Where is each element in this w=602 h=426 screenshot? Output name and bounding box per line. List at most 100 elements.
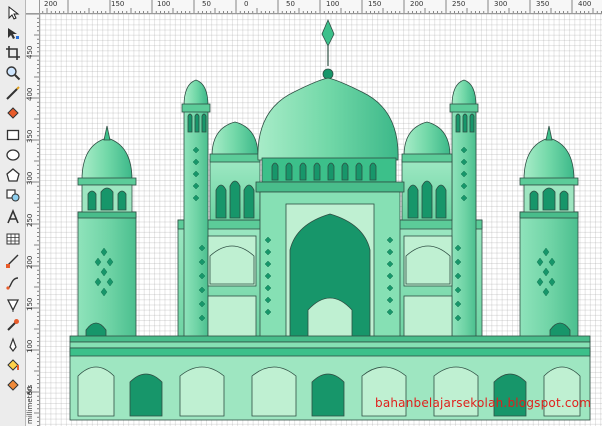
toolbox — [0, 0, 26, 426]
ruler-label: 200 — [44, 0, 58, 8]
right-minaret-finial — [545, 125, 553, 141]
drum-window — [285, 162, 293, 181]
left-minaret-ring — [77, 177, 137, 186]
left-chhatri-arch — [215, 184, 227, 219]
ruler-label: 100 — [157, 0, 171, 8]
right-chhatri-ring — [401, 153, 453, 163]
ellipse-tool-icon[interactable] — [2, 146, 24, 164]
left-inner-tower-arch — [194, 113, 200, 133]
right-inner-tower-ring — [449, 103, 479, 113]
left-hall-window-arch — [209, 245, 255, 285]
left-chhatri-arch — [229, 180, 241, 219]
watermark-text: bahanbelajarsekolah.blogspot.com — [375, 396, 592, 410]
text-tool-icon[interactable] — [2, 208, 24, 226]
crop-tool-icon[interactable] — [2, 44, 24, 62]
main-dome-finial — [321, 18, 335, 47]
drum-window — [313, 162, 321, 181]
right-hall-window-arch — [405, 245, 451, 285]
right-chhatri-arch — [407, 184, 419, 219]
right-minaret-arch — [529, 190, 539, 211]
left-inner-tower-arch — [201, 113, 207, 133]
dimension-tool-icon[interactable] — [2, 252, 24, 270]
ruler-label: 200 — [26, 255, 34, 269]
drum-window — [271, 162, 279, 181]
left-minaret-arch — [100, 187, 114, 211]
ruler-label: 350 — [536, 0, 550, 8]
ruler-label: 0 — [244, 0, 249, 8]
right-chhatri-arch — [435, 184, 447, 219]
basic-shapes-tool-icon[interactable] — [2, 186, 24, 204]
right-inner-tower-dome — [451, 79, 477, 107]
front-wall-arch — [251, 366, 297, 417]
right-inner-tower-arch — [455, 113, 461, 133]
right-minaret-ring — [519, 177, 579, 186]
drum-window — [341, 162, 349, 181]
outline-tool-icon[interactable] — [2, 336, 24, 354]
interactive-tool-icon[interactable] — [2, 296, 24, 314]
main-dome — [257, 77, 399, 161]
front-wall-cornice — [69, 347, 591, 357]
pick-tool-icon[interactable] — [2, 4, 24, 22]
main-dome-knob — [322, 68, 334, 80]
left-minaret-arch — [117, 190, 127, 211]
left-minaret-dome — [81, 137, 133, 181]
left-inner-tower-arch — [187, 113, 193, 133]
railing-top — [69, 335, 591, 343]
drum-window — [299, 162, 307, 181]
ruler-label: 100 — [326, 0, 340, 8]
vertical-ruler[interactable]: 450 400 350 300 250 200 150 100 50 milli… — [26, 14, 40, 426]
ruler-label: 300 — [494, 0, 508, 8]
front-wall-arch — [179, 366, 225, 417]
polygon-tool-icon[interactable] — [2, 166, 24, 184]
front-wall-door — [311, 373, 345, 417]
drum-window — [355, 162, 363, 181]
right-minaret-band — [519, 211, 579, 219]
ruler-label: 100 — [26, 339, 34, 353]
smart-fill-tool-icon[interactable] — [2, 104, 24, 122]
connector-tool-icon[interactable] — [2, 274, 24, 292]
right-minaret — [519, 211, 579, 343]
left-chhatri-dome — [211, 121, 259, 157]
fill-tool-icon[interactable] — [2, 356, 24, 374]
right-hall-lower-window — [403, 295, 453, 343]
eyedropper-tool-icon[interactable] — [2, 316, 24, 334]
ruler-unit-label: millimeters — [26, 384, 34, 424]
drum-window — [369, 162, 377, 181]
horizontal-ruler[interactable]: 200 150 100 50 0 50 100 150 200 250 300 … — [26, 0, 602, 14]
ruler-label: 250 — [26, 213, 34, 227]
ruler-label: 350 — [26, 129, 34, 143]
interactive-fill-tool-icon[interactable] — [2, 376, 24, 394]
right-minaret-arch — [542, 187, 556, 211]
left-minaret-band — [77, 211, 137, 219]
ruler-corner[interactable] — [26, 0, 40, 14]
railing — [69, 341, 591, 349]
ruler-label: 400 — [578, 0, 592, 8]
ruler-label: 50 — [202, 0, 211, 8]
ruler-label: 250 — [452, 0, 466, 8]
ruler-label: 450 — [26, 45, 34, 59]
table-tool-icon[interactable] — [2, 230, 24, 248]
freehand-tool-icon[interactable] — [2, 84, 24, 102]
drawing-canvas[interactable]: bahanbelajarsekolah.blogspot.com — [40, 14, 602, 426]
right-inner-tower-arch — [462, 113, 468, 133]
rectangle-tool-icon[interactable] — [2, 126, 24, 144]
left-chhatri-arch — [243, 184, 255, 219]
shape-tool-icon[interactable] — [2, 24, 24, 42]
ruler-label: 400 — [26, 87, 34, 101]
left-inner-tower-ring — [181, 103, 211, 113]
right-chhatri-arch — [421, 180, 433, 219]
left-inner-tower-dome — [183, 79, 209, 107]
left-minaret-arch — [87, 190, 97, 211]
iwan-cornice — [255, 181, 405, 193]
left-minaret — [77, 211, 137, 343]
left-hall-lower-window — [207, 295, 257, 343]
right-minaret-dome — [523, 137, 575, 181]
drum-window — [327, 162, 335, 181]
front-wall-arch — [77, 366, 115, 417]
zoom-tool-icon[interactable] — [2, 64, 24, 82]
ruler-label: 300 — [26, 171, 34, 185]
central-iwan-door — [307, 297, 353, 343]
mosque-drawing — [69, 18, 591, 421]
ruler-label: 150 — [26, 297, 34, 311]
ruler-label: 150 — [111, 0, 125, 8]
